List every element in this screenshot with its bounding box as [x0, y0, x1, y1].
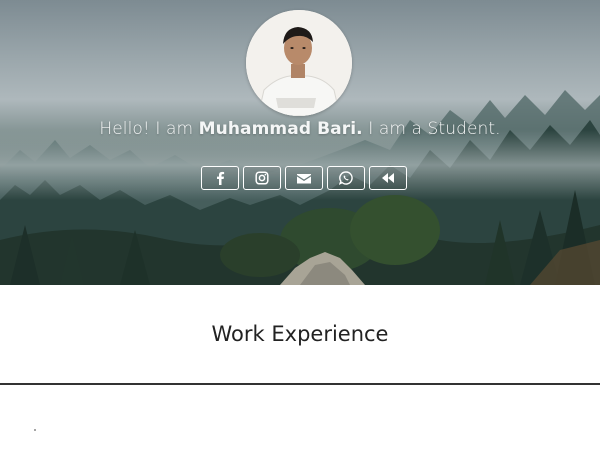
greeting-text: Hello! I am	[99, 119, 199, 139]
envelope-icon	[297, 173, 311, 183]
hero-name: Muhammad Bari.	[198, 119, 363, 139]
hero-banner: Hello! I am Muhammad Bari. I am a Studen…	[0, 0, 600, 285]
profile-photo	[246, 10, 352, 116]
instagram-icon	[255, 171, 269, 185]
instagram-button[interactable]	[243, 166, 281, 190]
hero-tagline: Hello! I am Muhammad Bari. I am a Studen…	[0, 119, 600, 139]
tagline-suffix: I am a Student.	[362, 119, 501, 139]
section-divider	[0, 383, 600, 385]
social-links	[201, 166, 407, 190]
work-experience-heading: Work Experience	[211, 322, 389, 346]
facebook-button[interactable]	[201, 166, 239, 190]
avatar	[246, 10, 352, 116]
back-button[interactable]	[369, 166, 407, 190]
email-button[interactable]	[285, 166, 323, 190]
backward-icon	[382, 173, 394, 183]
whatsapp-button[interactable]	[327, 166, 365, 190]
facebook-icon	[217, 171, 225, 185]
whatsapp-icon	[339, 171, 353, 185]
decorative-dot	[34, 429, 36, 431]
